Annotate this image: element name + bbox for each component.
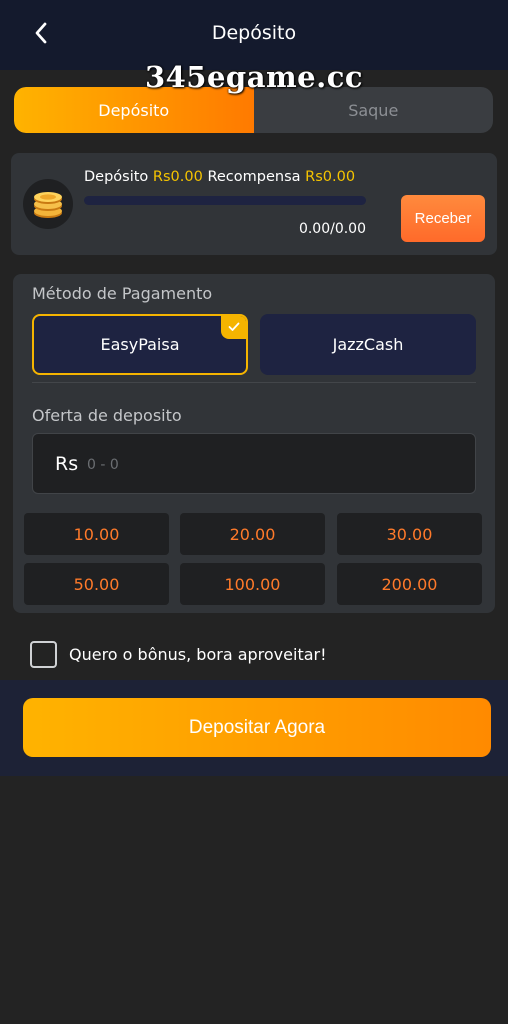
- amount-input[interactable]: [87, 452, 457, 478]
- method-jazzcash-label: JazzCash: [332, 335, 404, 354]
- reward-card: Depósito Rs0.00 Recompensa Rs0.00 0.00/0…: [11, 153, 497, 255]
- deposit-now-button[interactable]: Depositar Agora: [23, 698, 491, 757]
- preset-amount-button[interactable]: 20.00: [180, 513, 325, 555]
- deposit-value: Rs0.00: [152, 169, 203, 185]
- preset-amount-button[interactable]: 10.00: [24, 513, 169, 555]
- check-icon: [221, 316, 246, 339]
- deposit-offer-label: Oferta de deposito: [32, 406, 182, 425]
- payment-method-label: Método de Pagamento: [32, 284, 213, 303]
- reward-progress-bar: [84, 196, 366, 205]
- bonus-label: Quero o bônus, bora aproveitar!: [69, 644, 327, 664]
- method-easypaisa-label: EasyPaisa: [100, 335, 180, 354]
- bonus-option: Quero o bônus, bora aproveitar!: [30, 640, 327, 668]
- currency-prefix: Rs: [55, 453, 79, 475]
- bonus-checkbox[interactable]: [30, 640, 57, 668]
- method-easypaisa[interactable]: EasyPaisa: [32, 314, 248, 375]
- reward-value: Rs0.00: [305, 169, 356, 185]
- preset-amount-button[interactable]: 100.00: [180, 563, 325, 605]
- preset-amount-button[interactable]: 30.00: [337, 513, 482, 555]
- payment-card: Método de Pagamento EasyPaisa JazzCash O…: [13, 274, 495, 613]
- reward-label: Recompensa: [207, 169, 301, 185]
- deposit-label: Depósito: [84, 169, 149, 185]
- coins-icon: [23, 179, 73, 229]
- reward-summary: Depósito Rs0.00 Recompensa Rs0.00: [84, 169, 355, 185]
- claim-button[interactable]: Receber: [401, 195, 485, 242]
- page-title: Depósito: [211, 22, 297, 44]
- preset-amount-button[interactable]: 200.00: [337, 563, 482, 605]
- reward-progress-text: 0.00/0.00: [298, 221, 366, 237]
- method-jazzcash[interactable]: JazzCash: [260, 314, 476, 375]
- divider: [32, 382, 476, 383]
- watermark: 345egame.cc: [144, 60, 364, 94]
- preset-amount-button[interactable]: 50.00: [24, 563, 169, 605]
- amount-input-box: Rs: [32, 433, 476, 494]
